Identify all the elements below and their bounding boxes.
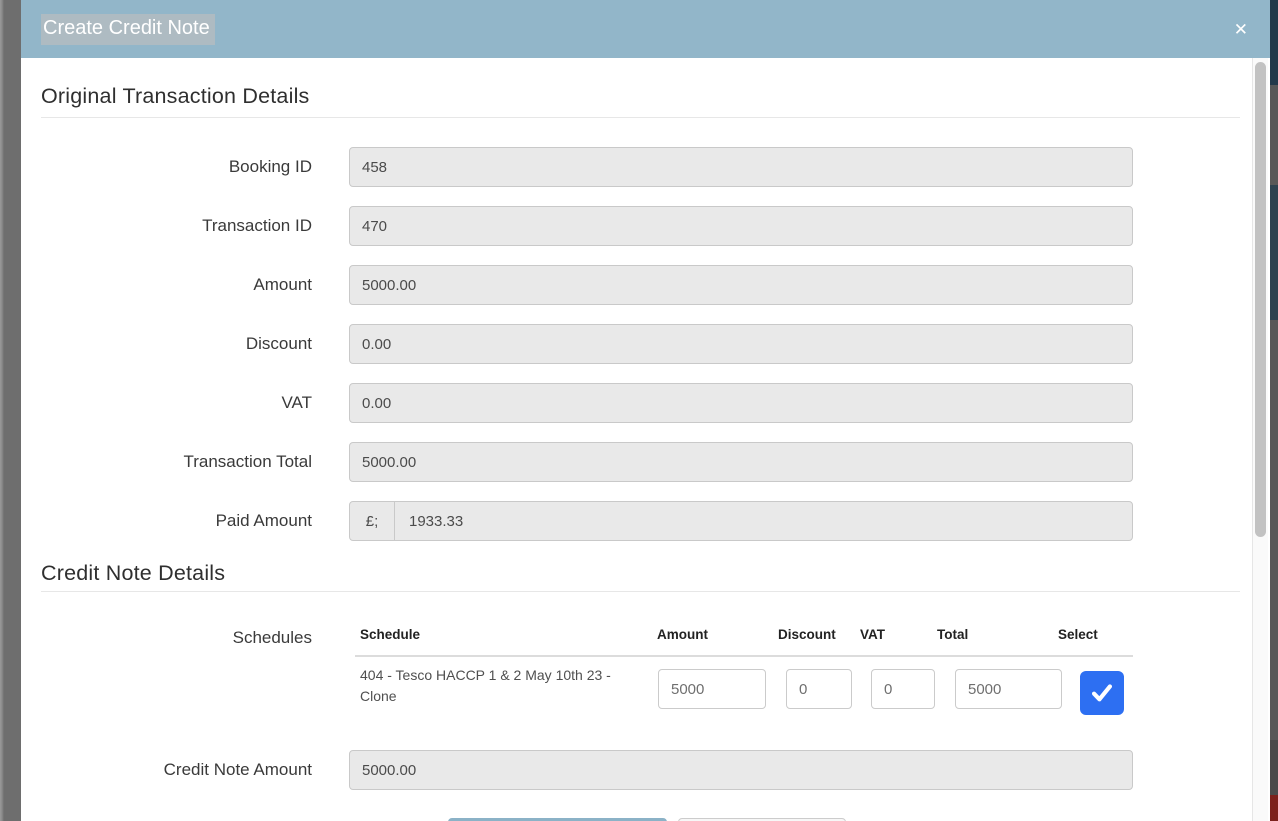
schedules-row: Schedules Schedule Amount Discount VAT T… — [41, 616, 1240, 720]
paid-amount-label: Paid Amount — [41, 511, 312, 531]
amount-row: Amount — [41, 265, 1240, 305]
schedule-total-input[interactable] — [955, 669, 1062, 709]
vat-row: VAT — [41, 383, 1240, 423]
credit-note-amount-row: Credit Note Amount — [41, 750, 1240, 790]
checkmark-icon — [1088, 679, 1116, 707]
table-header-divider — [355, 655, 1133, 657]
transaction-id-label: Transaction ID — [41, 216, 312, 236]
vat-field[interactable] — [349, 383, 1133, 423]
section-heading-original-transaction: Original Transaction Details — [41, 84, 1240, 109]
transaction-total-label: Transaction Total — [41, 452, 312, 472]
modal-header: Create Credit Note ✕ — [21, 0, 1270, 58]
transaction-id-field[interactable] — [349, 206, 1133, 246]
background-page-strip — [1270, 0, 1278, 821]
discount-field[interactable] — [349, 324, 1133, 364]
create-credit-note-modal: Create Credit Note ✕ Original Transactio… — [21, 0, 1270, 821]
column-header-amount: Amount — [657, 627, 708, 642]
section-heading-credit-note: Credit Note Details — [41, 561, 1240, 586]
amount-label: Amount — [41, 275, 312, 295]
original-transaction-fields: Booking ID Transaction ID Amount Discoun… — [41, 147, 1240, 541]
schedule-select-checkbox[interactable] — [1080, 671, 1124, 715]
transaction-total-field[interactable] — [349, 442, 1133, 482]
schedule-vat-input[interactable] — [871, 669, 935, 709]
schedule-name: 404 - Tesco HACCP 1 & 2 May 10th 23 - Cl… — [360, 665, 632, 707]
vat-label: VAT — [41, 393, 312, 413]
paid-amount-group: £; — [349, 501, 1133, 541]
booking-id-label: Booking ID — [41, 157, 312, 177]
schedules-table: Schedule Amount Discount VAT Total Selec… — [349, 616, 1133, 720]
modal-body: Original Transaction Details Booking ID … — [21, 84, 1270, 821]
column-header-discount: Discount — [778, 627, 836, 642]
column-header-vat: VAT — [860, 627, 885, 642]
section-divider — [41, 117, 1240, 118]
section-divider — [41, 591, 1240, 592]
paid-amount-row: Paid Amount £; — [41, 501, 1240, 541]
modal-title: Create Credit Note — [41, 14, 215, 45]
transaction-total-row: Transaction Total — [41, 442, 1240, 482]
schedules-label: Schedules — [41, 616, 312, 720]
schedule-amount-input[interactable] — [658, 669, 766, 709]
close-icon[interactable]: ✕ — [1234, 21, 1248, 38]
booking-id-row: Booking ID — [41, 147, 1240, 187]
transaction-id-row: Transaction ID — [41, 206, 1240, 246]
currency-prefix: £; — [350, 502, 395, 540]
credit-note-amount-field[interactable] — [349, 750, 1133, 790]
discount-row: Discount — [41, 324, 1240, 364]
modal-scrollbar-thumb[interactable] — [1255, 62, 1266, 537]
credit-note-amount-label: Credit Note Amount — [41, 760, 312, 780]
paid-amount-field[interactable] — [395, 502, 1132, 540]
column-header-schedule: Schedule — [360, 627, 420, 642]
column-header-select: Select — [1058, 627, 1098, 642]
amount-field[interactable] — [349, 265, 1133, 305]
modal-scrollbar-track[interactable] — [1252, 58, 1268, 821]
schedule-discount-input[interactable] — [786, 669, 852, 709]
discount-label: Discount — [41, 334, 312, 354]
column-header-total: Total — [937, 627, 968, 642]
booking-id-field[interactable] — [349, 147, 1133, 187]
